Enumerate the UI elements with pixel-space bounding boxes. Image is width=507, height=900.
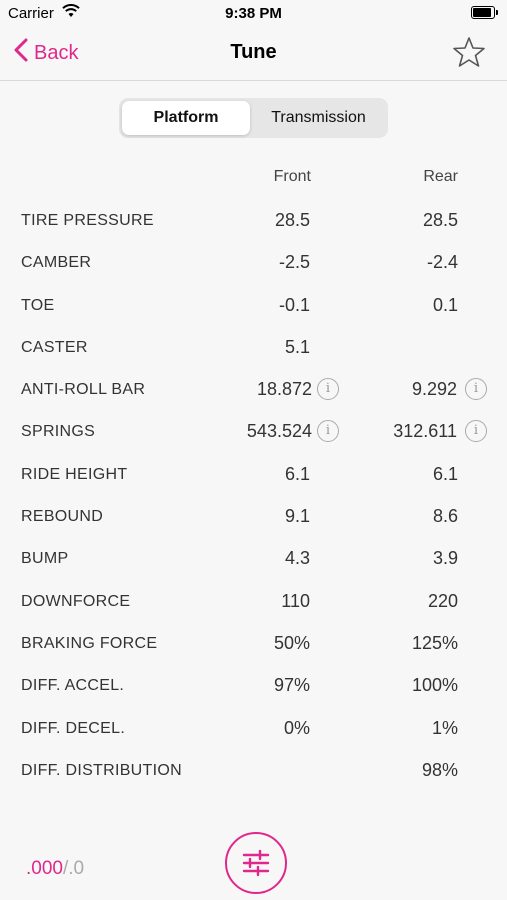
front-value: -0.1 [278,294,310,315]
tune-settings-button[interactable] [225,832,287,894]
row-label: TOE [21,296,55,314]
front-value: 0% [283,717,310,738]
front-value: 110 [281,590,310,611]
rear-value: -2.4 [426,252,458,273]
row-label: SPRINGS [21,423,96,441]
table-row: TIRE PRESSURE 28.5 28.5 [0,199,507,241]
row-label: DIFF. ACCEL. [21,677,125,695]
row-label: ANTI-ROLL BAR [21,381,146,399]
rear-value: 3.9 [432,548,458,569]
table-row: DIFF. ACCEL. 97% 100% [0,664,507,706]
table-row: BUMP 4.3 3.9 [0,537,507,579]
front-value: 4.3 [284,548,310,569]
column-header-front: Front [273,168,311,185]
rear-value: 125% [411,632,458,653]
row-label: DIFF. DECEL. [21,719,126,737]
favorite-button[interactable] [453,36,485,73]
row-label: DIFF. DISTRIBUTION [21,761,182,779]
rear-value: 1% [431,717,458,738]
row-label: REBOUND [21,508,104,526]
rear-value: 9.292 [411,379,457,400]
segment-platform[interactable]: Platform [122,101,250,135]
status-bar: Carrier 9:38 PM [0,0,507,28]
table-row: CASTER 5.1 [0,326,507,368]
front-value: 18.872 [256,379,312,400]
table-row: DOWNFORCE 110 220 [0,580,507,622]
front-value: 28.5 [274,210,310,230]
front-value: 50% [273,632,310,653]
rear-value: 220 [427,590,458,611]
info-icon[interactable]: i [317,420,339,443]
precision-toggle: .000/.0 [26,858,84,880]
table-row: SPRINGS 543.524 i 312.611 i [0,410,507,452]
table-row: DIFF. DISTRIBUTION 98% [0,749,507,791]
front-value: 543.524 [246,421,312,442]
row-label: RIDE HEIGHT [21,465,128,483]
page-title: Tune [230,41,277,63]
table-row: DIFF. DECEL. 0% 1% [0,707,507,749]
front-value: 97% [273,675,310,696]
table-row: BRAKING FORCE 50% 125% [0,622,507,664]
segment-transmission[interactable]: Transmission [252,101,385,135]
precision-option-inactive[interactable]: .0 [68,858,84,879]
rear-value: 6.1 [432,463,458,484]
front-value: 5.1 [284,336,310,357]
table-row: CAMBER -2.5 -2.4 [0,241,507,283]
row-label: DOWNFORCE [21,592,131,610]
star-icon [453,37,485,72]
front-value: 6.1 [284,463,310,484]
tune-table: TIRE PRESSURE 28.5 28.5 CAMBER -2.5 -2.4… [0,199,507,791]
row-label: CASTER [21,338,88,356]
row-label: BRAKING FORCE [21,634,158,652]
rear-value: 98% [421,759,458,780]
front-value: 9.1 [284,506,310,527]
table-row: REBOUND 9.1 8.6 [0,495,507,537]
info-icon[interactable]: i [317,378,339,401]
segmented-control: Platform Transmission [119,98,388,138]
navigation-bar: Back Tune [0,28,507,81]
row-label: CAMBER [21,254,92,272]
rear-value: 100% [411,675,458,696]
rear-value: 28.5 [422,210,458,230]
rear-value: 312.611 [393,421,457,442]
row-label: BUMP [21,550,69,568]
column-header-rear: Rear [423,168,458,185]
row-label: TIRE PRESSURE [21,212,154,229]
front-value: -2.5 [278,252,310,273]
battery-level [473,8,491,17]
info-icon[interactable]: i [465,420,487,443]
table-row: RIDE HEIGHT 6.1 6.1 [0,453,507,495]
rear-value: 8.6 [432,506,458,527]
precision-option-active[interactable]: .000 [26,858,63,879]
table-row: ANTI-ROLL BAR 18.872 i 9.292 i [0,368,507,410]
status-time: 9:38 PM [225,5,282,22]
info-icon[interactable]: i [465,378,487,401]
battery-icon [471,6,498,19]
table-row: TOE -0.1 0.1 [0,284,507,326]
rear-value: 0.1 [432,294,458,315]
